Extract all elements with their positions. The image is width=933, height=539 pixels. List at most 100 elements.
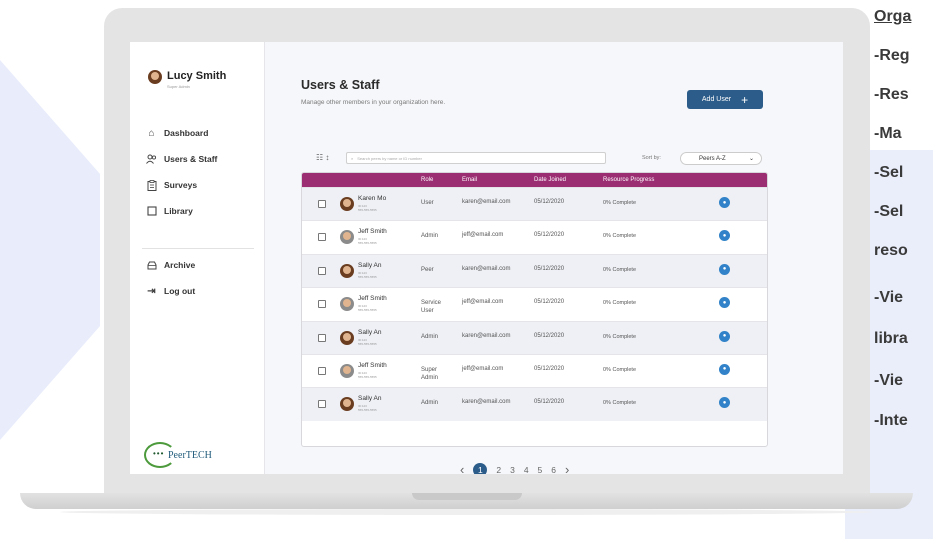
logout-icon: ⇥ — [147, 285, 156, 297]
user-email: karen@email.com — [462, 265, 511, 272]
clipboard-icon — [146, 179, 157, 191]
user-role: Admin — [421, 333, 439, 340]
user-date-joined: 05/12/2020 — [534, 365, 565, 372]
profile-name: Lucy Smith — [167, 70, 227, 82]
background-shape-left — [0, 60, 100, 440]
column-header-role[interactable]: Role — [421, 177, 433, 183]
sidebar-item-dashboard[interactable]: ⌂ Dashboard — [146, 120, 217, 146]
column-header-email[interactable]: Email — [462, 177, 477, 183]
filter-icon[interactable]: ☷ ↕ — [316, 153, 329, 162]
side-line: -Res — [874, 86, 909, 103]
row-checkbox[interactable] — [318, 200, 326, 208]
user-email: karen@email.com — [462, 399, 511, 406]
page-5-button[interactable]: 5 — [538, 465, 543, 475]
table-row[interactable]: Jeff Smith ID:123 555-555-5555 Admin jeff@em… — [302, 220, 767, 254]
logo-mark: ••• — [144, 442, 176, 468]
plus-icon: + — [741, 92, 749, 107]
peertech-logo: ••• PeerTECH — [144, 442, 212, 468]
table-row[interactable]: Jeff Smith ID:123 555-555-5555 Super Admin j… — [302, 353, 767, 388]
sidebar-item-logout[interactable]: ⇥ Log out — [146, 278, 195, 304]
sidebar-item-label: Surveys — [164, 180, 198, 190]
user-date-joined: 05/12/2020 — [534, 232, 565, 239]
row-checkbox[interactable] — [318, 300, 326, 309]
side-line: -Vie — [874, 372, 904, 389]
home-icon: ⌂ — [148, 127, 155, 139]
table-row[interactable]: Jeff Smith ID:123 555-555-5555 Service User… — [302, 287, 767, 321]
table-row[interactable]: Karen Mo ID:123 555-555-5555 User karen@emai… — [302, 187, 767, 221]
column-header-date-joined[interactable]: Date Joined — [534, 177, 566, 183]
row-checkbox[interactable] — [318, 366, 326, 375]
message-icon[interactable]: ● — [719, 397, 730, 409]
user-phone: 555-555-5555 — [358, 341, 377, 346]
row-checkbox[interactable] — [318, 233, 326, 242]
search-input[interactable]: ⌕ Search peers by name or ID number — [346, 152, 606, 164]
row-checkbox[interactable] — [318, 333, 326, 342]
avatar — [148, 70, 162, 84]
message-icon[interactable]: ● — [719, 197, 730, 208]
table-body: Karen Mo ID:123 555-555-5555 User karen@emai… — [302, 187, 767, 421]
avatar — [340, 363, 354, 378]
user-progress: 0% Complete — [603, 300, 637, 307]
sidebar-item-users-staff[interactable]: Users & Staff — [146, 146, 217, 172]
message-icon[interactable]: ● — [719, 230, 730, 242]
user-progress: 0% Complete — [603, 200, 637, 206]
message-icon[interactable]: ● — [719, 297, 730, 309]
message-icon[interactable]: ● — [719, 263, 730, 275]
prev-page-button[interactable]: ‹ — [460, 462, 464, 474]
row-checkbox[interactable] — [318, 400, 326, 409]
page-3-button[interactable]: 3 — [510, 465, 515, 475]
user-name: Karen Mo — [358, 195, 387, 202]
next-page-button[interactable]: › — [565, 462, 569, 474]
avatar — [340, 263, 354, 278]
user-date-joined: 05/12/2020 — [534, 265, 565, 272]
page-subtitle: Manage other members in your organizatio… — [301, 99, 446, 106]
table-row[interactable]: Sally An ID:123 555-555-5555 Admin karen@ema… — [302, 387, 767, 421]
user-phone: 555-555-5555 — [358, 241, 377, 246]
avatar — [340, 230, 354, 245]
users-table: Role Email Date Joined Resource Progress… — [301, 172, 768, 447]
page-4-button[interactable]: 4 — [524, 465, 529, 475]
user-email: jeff@email.com — [462, 299, 504, 306]
user-progress: 0% Complete — [603, 233, 637, 240]
sidebar-item-label: Log out — [164, 286, 196, 296]
user-progress: 0% Complete — [603, 366, 637, 373]
archive-icon — [146, 260, 157, 271]
sidebar-item-library[interactable]: Library — [146, 198, 217, 224]
message-icon[interactable]: ● — [719, 330, 730, 342]
user-date-joined: 05/12/2020 — [534, 199, 565, 205]
row-checkbox[interactable] — [318, 266, 326, 275]
side-line: -Ma — [874, 125, 902, 142]
sidebar-item-archive[interactable]: Archive — [146, 252, 195, 278]
pagination: ‹ 1 2 3 4 5 6 › — [460, 462, 569, 474]
secondary-nav: Archive ⇥ Log out — [146, 252, 195, 304]
sidebar-divider — [142, 248, 254, 249]
page-1-button[interactable]: 1 — [473, 462, 488, 474]
table-row[interactable]: Sally An ID:123 555-555-5555 Admin karen@ema… — [302, 320, 767, 354]
sort-dropdown[interactable]: Peers A-Z ⌄ — [680, 152, 762, 165]
user-name: Sally An — [358, 261, 382, 269]
laptop-base-notch — [412, 493, 522, 500]
user-meta: ID:123 555-555-5555 — [358, 371, 377, 379]
message-icon[interactable]: ● — [719, 363, 730, 375]
user-meta: ID:123 555-555-5555 — [358, 204, 377, 212]
page-2-button[interactable]: 2 — [496, 465, 501, 475]
user-meta: ID:123 555-555-5555 — [358, 338, 377, 346]
table-row[interactable]: Sally An ID:123 555-555-5555 Peer karen@emai… — [302, 253, 767, 288]
add-user-button[interactable]: Add User + — [687, 90, 763, 109]
user-role: User — [421, 200, 434, 206]
sidebar-item-surveys[interactable]: Surveys — [146, 172, 217, 198]
search-icon: ⌕ — [351, 155, 354, 161]
user-date-joined: 05/12/2020 — [534, 332, 565, 339]
avatar — [340, 397, 354, 412]
page-6-button[interactable]: 6 — [551, 465, 556, 475]
user-phone: 555-555-5555 — [358, 208, 377, 212]
user-email: karen@email.com — [462, 199, 511, 205]
column-header-resource-progress[interactable]: Resource Progress — [603, 177, 654, 183]
sidebar-item-label: Library — [164, 206, 193, 216]
user-meta: ID:123 555-555-5555 — [358, 271, 377, 279]
user-profile[interactable]: Lucy Smith Super Admin — [148, 70, 226, 89]
user-name: Sally An — [358, 395, 382, 403]
app-screen: Lucy Smith Super Admin ⌂ Dashboard Users… — [130, 42, 843, 474]
user-date-joined: 05/12/2020 — [534, 299, 565, 306]
users-icon — [146, 154, 157, 165]
